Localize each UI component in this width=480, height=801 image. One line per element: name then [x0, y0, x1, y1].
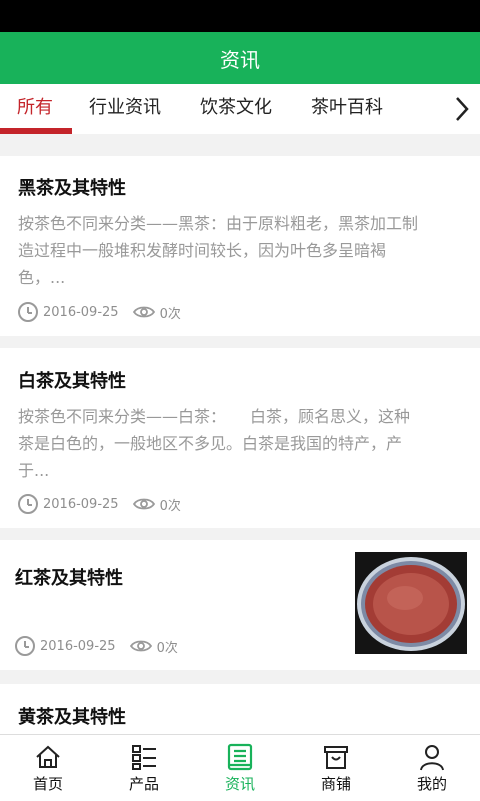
article-views: 0次	[156, 640, 178, 656]
tab-tea-encyclopedia[interactable]: 茶叶百科	[311, 84, 383, 134]
eye-icon	[132, 306, 155, 318]
nav-shop[interactable]: 商铺	[288, 735, 384, 801]
clock-icon	[15, 636, 35, 656]
article-title: 黑茶及其特性	[18, 178, 126, 199]
article-views: 0次	[159, 306, 181, 322]
shop-icon	[324, 746, 348, 769]
article-thumbnail[interactable]	[355, 552, 467, 654]
page-title: 资讯	[220, 47, 260, 72]
nav-label: 产品	[128, 775, 159, 793]
article-date: 2016-09-25	[40, 638, 116, 654]
category-tabs: 所有 行业资讯 饮茶文化 茶叶百科	[0, 84, 480, 134]
status-bar	[0, 0, 480, 32]
app-header: 资讯	[0, 32, 480, 84]
article-summary: 按茶色不同来分类——白茶： 白茶，顾名思义，这种 茶是白色的，一般地区不多见。白…	[18, 407, 411, 480]
article-meta: 2016-09-25 0次	[18, 494, 181, 514]
nav-home[interactable]: 首页	[0, 735, 96, 801]
nav-label: 首页	[32, 775, 63, 793]
clock-icon	[18, 302, 38, 322]
article-date: 2016-09-25	[43, 304, 119, 320]
active-tab-indicator	[0, 128, 72, 134]
article-card[interactable]: 黄茶及其特性	[0, 684, 480, 734]
article-title: 红茶及其特性	[15, 568, 123, 589]
tabs-scroll-right-icon[interactable]	[448, 92, 476, 126]
eye-icon	[129, 640, 152, 652]
article-summary: 按茶色不同来分类——黑茶：由于原料粗老，黑茶加工制 造过程中一般堆积发酵时间较长…	[18, 214, 419, 287]
article-views: 0次	[159, 498, 181, 514]
clock-icon	[18, 494, 38, 514]
list-icon	[132, 745, 156, 770]
tab-industry-news[interactable]: 行业资讯	[89, 84, 161, 134]
article-card[interactable]: 黑茶及其特性 按茶色不同来分类——黑茶：由于原料粗老，黑茶加工制 造过程中一般堆…	[0, 156, 480, 336]
nav-label: 资讯	[224, 775, 255, 793]
article-date: 2016-09-25	[43, 496, 119, 512]
user-icon	[420, 745, 444, 771]
nav-label: 商铺	[320, 775, 351, 793]
nav-products[interactable]: 产品	[96, 735, 192, 801]
tab-all[interactable]: 所有	[17, 84, 53, 134]
tab-tea-culture[interactable]: 饮茶文化	[200, 84, 272, 134]
article-title: 黄茶及其特性	[18, 707, 126, 728]
nav-label: 我的	[416, 775, 447, 793]
article-card[interactable]: 白茶及其特性 按茶色不同来分类——白茶： 白茶，顾名思义，这种 茶是白色的，一般…	[0, 348, 480, 528]
bottom-navigation: 首页 产品 资讯 商铺 我的	[0, 734, 480, 801]
nav-profile[interactable]: 我的	[384, 735, 480, 801]
article-title: 白茶及其特性	[18, 371, 126, 392]
home-icon	[36, 745, 60, 768]
eye-icon	[132, 498, 155, 510]
article-meta: 2016-09-25 0次	[15, 636, 178, 656]
article-meta: 2016-09-25 0次	[18, 302, 181, 322]
news-icon	[227, 743, 253, 771]
nav-news[interactable]: 资讯	[192, 735, 288, 801]
